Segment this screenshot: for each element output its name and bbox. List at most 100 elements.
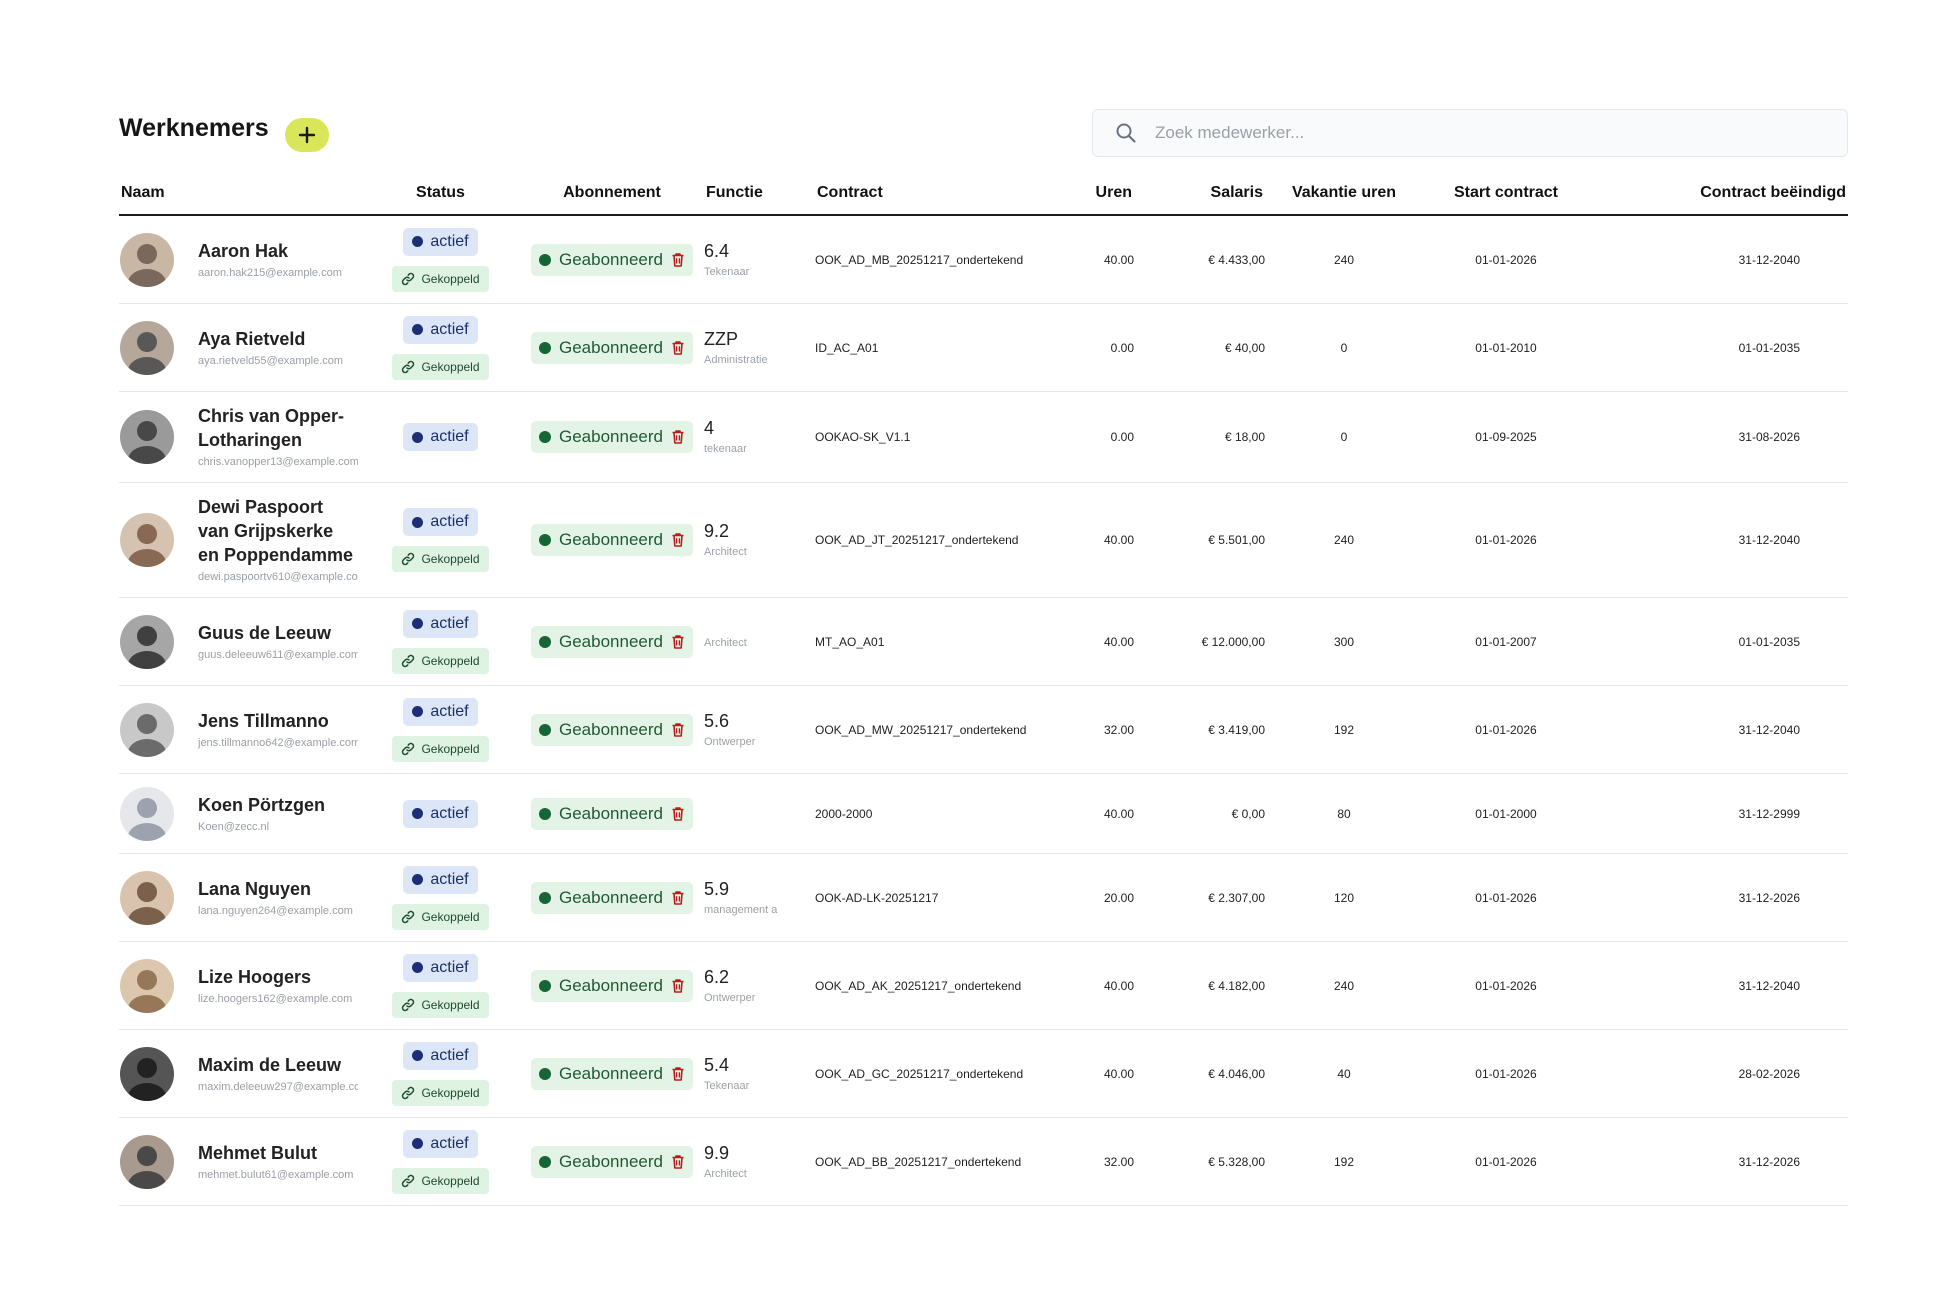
cell-contract: 2000-2000 — [815, 773, 1059, 854]
trash-icon[interactable] — [671, 890, 685, 906]
trash-icon[interactable] — [671, 429, 685, 445]
employee-name[interactable]: Jens Tillmanno — [198, 709, 358, 733]
function-code: 6.2 — [704, 966, 730, 987]
function-title: Tekenaar — [704, 1079, 750, 1092]
trash-icon[interactable] — [671, 806, 685, 822]
employee-name[interactable]: Aaron Hak — [198, 239, 358, 263]
linked-label: Gekoppeld — [421, 271, 480, 286]
cell-status: actief Gekoppeld — [361, 1117, 520, 1206]
column-header-naam[interactable]: Naam — [119, 172, 361, 216]
cell-vacation-hours: 0 — [1265, 303, 1423, 392]
table-row[interactable]: Chris van Opper-Lotharingen chris.vanoppe… — [119, 391, 1848, 483]
column-header-uren[interactable]: Uren — [1059, 172, 1134, 216]
cell-salary: € 12.000,00 — [1134, 597, 1265, 686]
subscription-dot — [539, 1067, 551, 1080]
column-header-contract[interactable]: Contract — [815, 172, 1059, 216]
cell-status: actief Gekoppeld — [361, 941, 520, 1030]
column-header-salaris[interactable]: Salaris — [1134, 172, 1265, 216]
avatar — [120, 232, 174, 287]
employee-name[interactable]: Aya Rietveld — [198, 327, 358, 351]
subscription-dot — [539, 431, 551, 443]
cell-subscription: Geabonneerd — [520, 1029, 704, 1118]
column-header-start-contract[interactable]: Start contract — [1423, 172, 1589, 216]
cell-status: actief Gekoppeld — [361, 685, 520, 774]
table-row[interactable]: Aaron Hak aaron.hak215@example.com actief G… — [119, 215, 1848, 304]
trash-icon[interactable] — [671, 1066, 685, 1082]
function-title: Architect — [704, 1167, 747, 1180]
status-dot — [412, 808, 424, 819]
status-dot — [412, 1050, 424, 1061]
column-header-status[interactable]: Status — [361, 172, 520, 216]
status-label: actief — [430, 958, 469, 976]
cell-status: actief Gekoppeld — [361, 215, 520, 304]
cell-salary: € 40,00 — [1134, 303, 1265, 392]
column-header-functie[interactable]: Functie — [704, 172, 815, 216]
subscription-badge: Geabonneerd — [531, 524, 693, 556]
cell-hours: 32.00 — [1059, 685, 1134, 774]
function-title: Tekenaar — [704, 265, 750, 278]
column-header-vakantie-uren[interactable]: Vakantie uren — [1265, 172, 1423, 216]
trash-icon[interactable] — [671, 532, 685, 548]
function-title: management a — [704, 903, 778, 916]
table-row[interactable]: Aya Rietveld aya.rietveld55@example.com ac… — [119, 303, 1848, 392]
employee-name[interactable]: Dewi Paspoort van Grijpskerke en Poppend… — [198, 495, 358, 567]
trash-icon[interactable] — [671, 634, 685, 650]
employee-email: aaron.hak215@example.com — [198, 266, 342, 279]
table-row[interactable]: Lize Hoogers lize.hoogers162@example.com a… — [119, 941, 1848, 1030]
trash-icon[interactable] — [671, 722, 685, 738]
cell-salary: € 18,00 — [1134, 391, 1265, 483]
page-title: Werknemers — [119, 114, 269, 142]
table-row[interactable]: Mehmet Bulut mehmet.bulut61@example.com ac… — [119, 1117, 1848, 1206]
add-employee-button[interactable] — [285, 118, 329, 152]
cell-contract: OOK_AD_JT_20251217_ondertekend — [815, 482, 1059, 598]
linked-label: Gekoppeld — [421, 741, 480, 756]
status-badge: actief — [403, 697, 478, 726]
cell-contract-end: 31-12-2026 — [1589, 853, 1848, 942]
cell-status: actief Gekoppeld — [361, 853, 520, 942]
table-row[interactable]: Jens Tillmanno jens.tillmanno642@example.… — [119, 685, 1848, 774]
status-badge: actief — [403, 609, 478, 638]
subscription-label: Geabonneerd — [559, 427, 663, 446]
employee-email: dewi.paspoortv610@example.com — [198, 571, 358, 583]
cell-salary: € 5.328,00 — [1134, 1117, 1265, 1206]
cell-vacation-hours: 0 — [1265, 391, 1423, 483]
table-row[interactable]: Koen Pörtzgen Koen@zecc.nl actief Geabonnee… — [119, 773, 1848, 854]
linked-badge: Gekoppeld — [392, 991, 489, 1018]
employee-name[interactable]: Chris van Opper-Lotharingen — [198, 404, 358, 452]
column-header-contract-beeindigd[interactable]: Contract beëindigd — [1589, 172, 1848, 216]
table-row[interactable]: Maxim de Leeuw maxim.deleeuw297@example.c… — [119, 1029, 1848, 1118]
cell-contract: MT_AO_A01 — [815, 597, 1059, 686]
employee-name[interactable]: Koen Pörtzgen — [198, 793, 358, 817]
cell-vacation-hours: 300 — [1265, 597, 1423, 686]
table-row[interactable]: Dewi Paspoort van Grijpskerke en Poppend… — [119, 482, 1848, 598]
status-label: actief — [430, 232, 469, 250]
function-title: Architect — [704, 546, 747, 558]
employee-name[interactable]: Mehmet Bulut — [198, 1141, 358, 1165]
employee-name[interactable]: Guus de Leeuw — [198, 621, 358, 645]
status-dot — [412, 516, 424, 528]
trash-icon[interactable] — [671, 340, 685, 356]
cell-hours: 40.00 — [1059, 215, 1134, 304]
table-row[interactable]: Lana Nguyen lana.nguyen264@example.com act… — [119, 853, 1848, 942]
subscription-label: Geabonneerd — [559, 530, 663, 549]
subscription-dot — [539, 807, 551, 820]
cell-name: Mehmet Bulut mehmet.bulut61@example.com — [119, 1117, 361, 1206]
column-header-abonnement[interactable]: Abonnement — [520, 172, 704, 216]
employee-name[interactable]: Lana Nguyen — [198, 877, 358, 901]
status-dot — [412, 706, 424, 717]
cell-contract: OOKAO-SK_V1.1 — [815, 391, 1059, 483]
cell-function: 9.9 Architect — [704, 1117, 815, 1206]
employee-name[interactable]: Maxim de Leeuw — [198, 1053, 358, 1077]
function-code: 9.2 — [704, 521, 730, 541]
employee-name[interactable]: Lize Hoogers — [198, 965, 358, 989]
trash-icon[interactable] — [671, 978, 685, 994]
trash-icon[interactable] — [671, 252, 685, 268]
search-input[interactable] — [1153, 117, 1837, 149]
subscription-label: Geabonneerd — [559, 1063, 663, 1083]
cell-vacation-hours: 40 — [1265, 1029, 1423, 1118]
cell-start-contract: 01-01-2007 — [1423, 597, 1589, 686]
avatar — [120, 1134, 174, 1189]
search-bar — [1092, 109, 1848, 157]
trash-icon[interactable] — [671, 1154, 685, 1170]
table-row[interactable]: Guus de Leeuw guus.deleeuw611@example.com… — [119, 597, 1848, 686]
